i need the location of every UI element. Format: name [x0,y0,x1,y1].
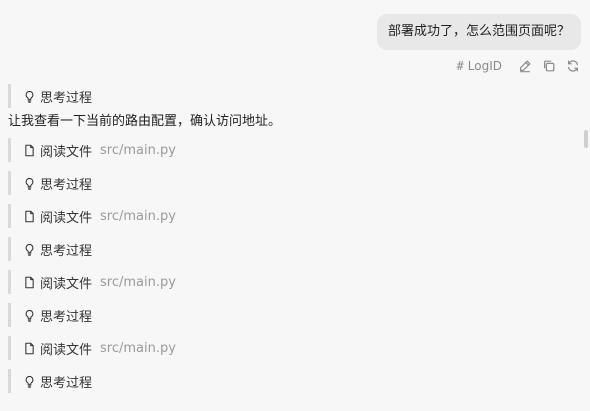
step-label: 思考过程 [40,309,93,325]
file-icon [22,341,36,355]
file-path: src/main.py [100,274,176,290]
lightbulb-icon [22,176,36,190]
thinking-step[interactable]: 思考过程 [8,84,580,108]
hash-icon: # [456,59,464,73]
step-label: 思考过程 [40,90,93,106]
copy-icon[interactable] [540,57,558,75]
edit-icon[interactable] [516,57,534,75]
step-label: 阅读文件 [40,210,93,226]
user-message-bubble: 部署成功了，怎么范围页面呢？ [376,14,581,50]
read-file-step[interactable]: 阅读文件 src/main.py [8,336,580,360]
file-icon [22,143,36,157]
read-file-step[interactable]: 阅读文件 src/main.py [8,270,580,294]
step-label: 阅读文件 [40,276,93,292]
chat-page: 部署成功了，怎么范围页面呢？ # LogID 思考过程 让我查看一下当前的路由配… [0,0,590,411]
lightbulb-icon [22,308,36,322]
assistant-text: 让我查看一下当前的路由配置，确认访问地址。 [8,114,282,129]
message-actions: # LogID [457,56,582,76]
retry-icon[interactable] [564,57,582,75]
step-label: 思考过程 [40,177,93,193]
logid-label: LogID [467,59,502,73]
thinking-step[interactable]: 思考过程 [8,369,580,393]
assistant-step-list: 思考过程 让我查看一下当前的路由配置，确认访问地址。 阅读文件 src/main… [0,84,580,393]
lightbulb-icon [22,242,36,256]
thinking-step[interactable]: 思考过程 [8,303,580,327]
file-icon [22,275,36,289]
file-icon [22,209,36,223]
read-file-step[interactable]: 阅读文件 src/main.py [8,204,580,228]
step-label: 思考过程 [40,375,93,391]
file-path: src/main.py [100,142,176,158]
read-file-step[interactable]: 阅读文件 src/main.py [8,138,580,162]
lightbulb-icon [22,374,36,388]
step-label: 阅读文件 [40,144,93,160]
step-label: 阅读文件 [40,342,93,358]
file-path: src/main.py [100,208,176,224]
step-label: 思考过程 [40,243,93,259]
logid-button[interactable]: # LogID [457,59,502,73]
lightbulb-icon [22,89,36,103]
thinking-step[interactable]: 思考过程 [8,171,580,195]
file-path: src/main.py [100,340,176,356]
thinking-step[interactable]: 思考过程 [8,237,580,261]
scrollbar-thumb[interactable] [584,130,588,148]
